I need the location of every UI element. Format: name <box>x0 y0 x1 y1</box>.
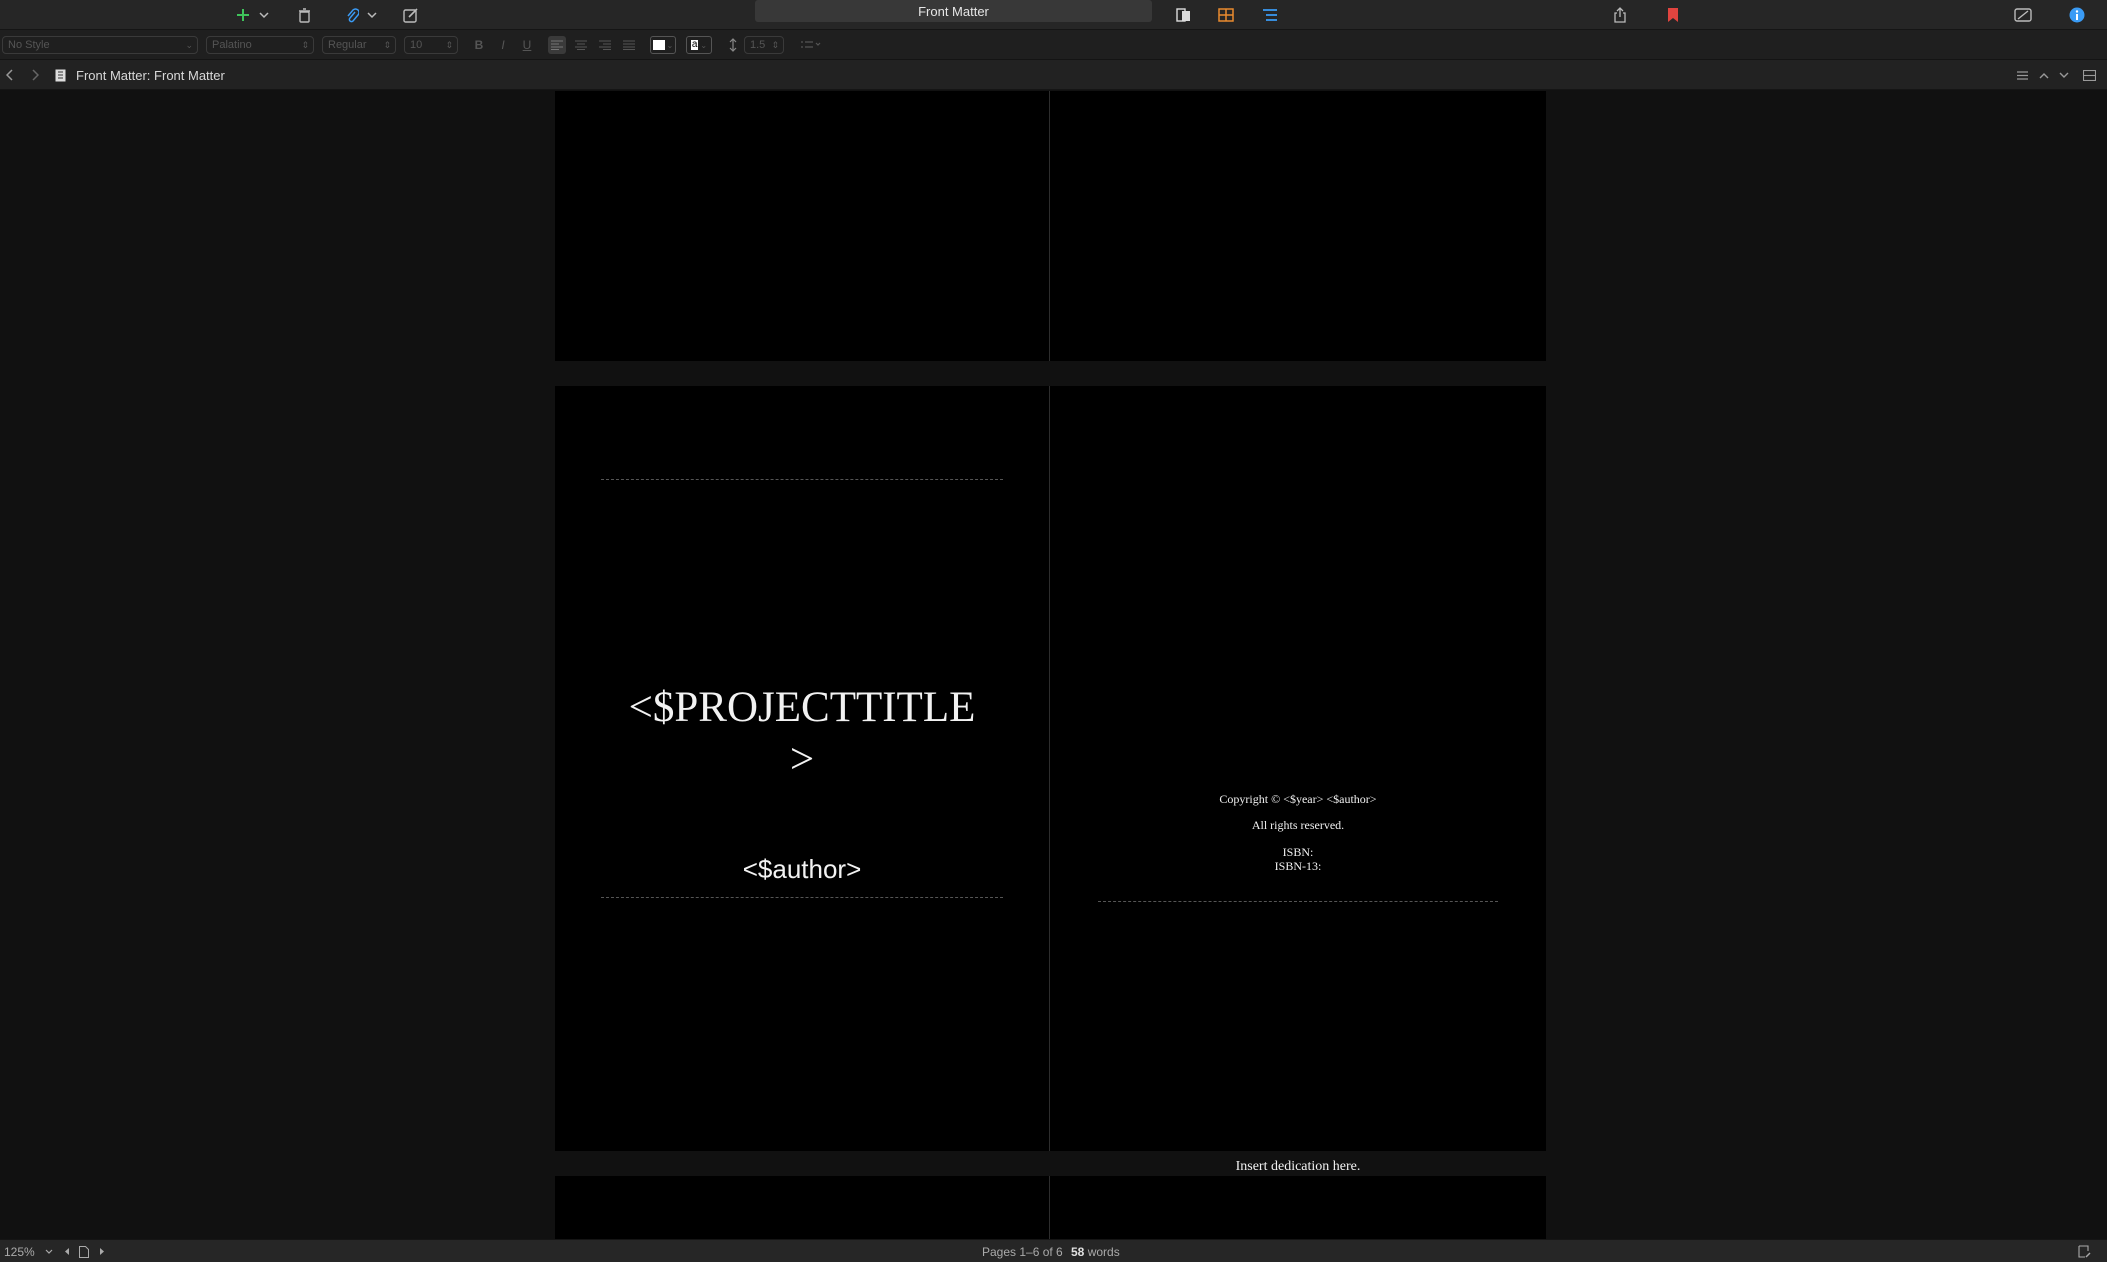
page-spread-3 <box>555 1176 1546 1239</box>
breadcrumb-prefix: Front Matter: <box>76 67 151 83</box>
compose-icon[interactable] <box>399 3 423 27</box>
align-left-icon[interactable] <box>548 36 566 54</box>
bookmark-icon[interactable] <box>1662 3 1684 27</box>
format-bar: No Style ⌄ Palatino ⇕ Regular ⇕ 10 ⇕ B I U ⌄… <box>0 30 2107 60</box>
italic-label: I <box>501 38 505 52</box>
document-view-icon[interactable] <box>1173 3 1195 27</box>
weight-select[interactable]: Regular ⇕ <box>322 36 396 54</box>
outline-icon[interactable] <box>1259 3 1281 27</box>
forward-icon[interactable] <box>31 60 47 90</box>
align-right-icon[interactable] <box>596 36 614 54</box>
font-select[interactable]: Palatino ⇕ <box>206 36 314 54</box>
page-6 <box>1050 1176 1546 1239</box>
align-center-icon[interactable] <box>572 36 590 54</box>
list-style-icon[interactable] <box>796 36 826 54</box>
style-select-value: No Style <box>8 39 50 51</box>
footer-dashed-line <box>601 897 1003 898</box>
line-spacing-value: 1.5 <box>750 39 766 51</box>
text-color-picker[interactable]: ⌄ <box>650 36 676 54</box>
zoom-value: 125% <box>4 1244 35 1259</box>
page-icon <box>79 1240 93 1262</box>
font-size-field[interactable]: 10 ⇕ <box>404 36 458 54</box>
isbn-line: ISBN: <box>1282 845 1314 859</box>
style-select[interactable]: No Style ⌄ <box>2 36 198 54</box>
bold-button[interactable]: B <box>472 36 486 54</box>
status-bar: 125% Pages 1–6 of 6 58 words <box>0 1239 2107 1262</box>
project-title-line-1: <$PROJECTTITLE <box>628 684 976 731</box>
dedication-line: Insert dedication here. <box>1235 1159 1361 1174</box>
highlight-letter: a <box>690 39 699 50</box>
bold-label: B <box>474 38 484 52</box>
copyright-page: Copyright © <$year> <$author> All rights… <box>1050 386 1546 1174</box>
split-editor-icon[interactable] <box>2083 60 2099 90</box>
header-dashed-line <box>601 479 1003 480</box>
author-name: <$author> <box>742 854 862 884</box>
isbn13-line: ISBN-13: <box>1274 859 1322 873</box>
project-title: <$PROJECTTITLE > <box>595 682 1009 786</box>
title-page: <$PROJECTTITLE > <$author> <box>555 386 1049 1151</box>
page-break-dashed-line <box>1098 901 1498 902</box>
project-title-line-2: > <box>789 736 815 783</box>
word-count: 58 words <box>1071 1240 1120 1262</box>
underline-button[interactable]: U <box>520 36 534 54</box>
text-color-swatch <box>652 40 665 50</box>
underline-label: U <box>522 38 532 52</box>
page-spread-1 <box>555 91 1546 361</box>
word-count-value: 58 <box>1071 1244 1085 1259</box>
line-spacing-icon <box>726 36 740 54</box>
list-menu-icon[interactable] <box>2017 60 2031 90</box>
zoom-select[interactable]: 125% <box>4 1240 53 1262</box>
highlight-color-picker[interactable]: a ⌄ <box>686 36 712 54</box>
info-icon[interactable] <box>2065 3 2089 27</box>
page-1 <box>555 91 1049 361</box>
copyright-line: Copyright © <$year> <$author> <box>1219 792 1377 806</box>
document-title-field[interactable]: Front Matter <box>755 0 1152 22</box>
line-spacing-field[interactable]: 1.5 ⇕ <box>744 36 784 54</box>
justify-icon[interactable] <box>620 36 638 54</box>
rights-line: All rights reserved. <box>1251 818 1345 832</box>
next-page-icon[interactable] <box>99 1240 109 1262</box>
chevron-down-icon[interactable] <box>254 3 274 27</box>
folder-document-icon <box>55 60 69 90</box>
word-count-label: words <box>1087 1244 1120 1259</box>
main-toolbar: Front Matter <box>0 0 2107 30</box>
chevron-up-icon[interactable] <box>2039 60 2053 90</box>
page-count-label: Pages 1–6 of 6 <box>982 1244 1063 1259</box>
editor-header: Front Matter: Front Matter <box>0 60 2107 90</box>
italic-button[interactable]: I <box>496 36 510 54</box>
page-view-editor[interactable]: <$PROJECTTITLE > <$author> Copyright © <… <box>0 91 2107 1239</box>
share-icon[interactable] <box>1609 3 1631 27</box>
page-2 <box>1050 91 1546 361</box>
breadcrumb-title: Front Matter <box>154 67 225 83</box>
chevron-down-icon[interactable] <box>364 3 380 27</box>
trash-icon[interactable] <box>292 3 316 27</box>
page-count: Pages 1–6 of 6 <box>982 1240 1063 1262</box>
font-select-value: Palatino <box>212 39 252 51</box>
back-icon[interactable] <box>6 60 22 90</box>
corkboard-icon[interactable] <box>1215 3 1237 27</box>
weight-select-value: Regular <box>328 39 367 51</box>
document-title: Front Matter <box>918 3 989 19</box>
chevron-down-icon[interactable] <box>2059 60 2073 90</box>
paperclip-icon[interactable] <box>340 3 364 27</box>
previous-page-icon[interactable] <box>65 1240 75 1262</box>
add-icon[interactable] <box>232 3 254 27</box>
font-size-value: 10 <box>410 39 423 51</box>
compose-mode-icon[interactable] <box>2011 3 2035 27</box>
page-5 <box>555 1176 1049 1239</box>
breadcrumb[interactable]: Front Matter: Front Matter <box>76 60 225 90</box>
page-spread-2: <$PROJECTTITLE > <$author> Copyright © <… <box>555 386 1546 1174</box>
target-icon[interactable] <box>2078 1240 2094 1262</box>
